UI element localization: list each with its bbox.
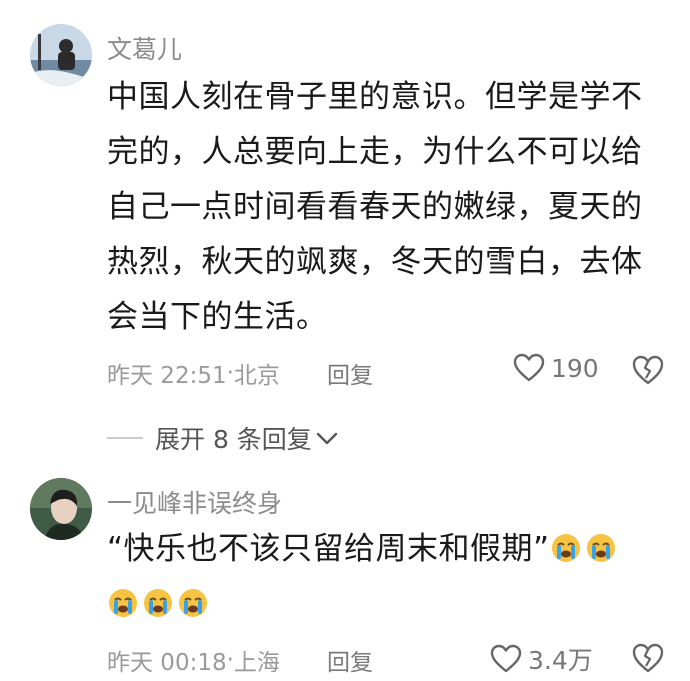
like-button[interactable]: 190 [513, 353, 599, 383]
avatar[interactable] [30, 478, 92, 540]
like-button[interactable]: 3.4万 [490, 641, 593, 677]
like-count: 190 [551, 353, 599, 383]
heart-icon [513, 353, 545, 382]
dislike-button[interactable] [631, 354, 665, 388]
divider-line [107, 437, 143, 439]
comment-meta: 昨天 00:18 · 上海 [107, 643, 280, 677]
broken-heart-icon [632, 643, 664, 673]
comment-text: “快乐也不该只留给周末和假期” [107, 522, 667, 632]
expand-replies-label: 展开 8 条回复 [155, 425, 312, 454]
broken-heart-icon [632, 355, 664, 385]
comment-meta: 昨天 22:51 · 北京 [107, 356, 280, 390]
avatar[interactable] [30, 24, 92, 86]
crying-face-icon [179, 589, 207, 617]
comment-body: “快乐也不该只留给周末和假期” [107, 531, 550, 567]
comment-text: 中国人刻在骨子里的意识。但学是学不完的，人总要向上走，为什么不可以给自己一点时间… [107, 79, 643, 335]
heart-icon [490, 644, 522, 673]
username[interactable]: 文葛儿 [107, 30, 182, 66]
meta-separator: · [226, 360, 234, 386]
expand-replies-button[interactable]: 展开 8 条回复 [107, 420, 340, 456]
reply-button[interactable]: 回复 [327, 643, 373, 677]
crying-face-icon [586, 534, 615, 562]
comment-location: 上海 [233, 650, 280, 676]
chevron-down-icon [316, 432, 338, 445]
crying-face-icon [551, 534, 580, 562]
dislike-button[interactable] [631, 642, 665, 676]
comment-time: 昨天 00:18 [107, 650, 227, 676]
comment-time: 昨天 22:51 [107, 363, 227, 389]
meta-separator: · [226, 647, 234, 673]
comment-location: 北京 [233, 363, 280, 389]
reply-button[interactable]: 回复 [327, 356, 373, 390]
crying-face-icon [109, 589, 137, 617]
like-count: 3.4万 [528, 646, 593, 675]
crying-face-icon [144, 589, 172, 617]
username[interactable]: 一见峰非误终身 [107, 484, 282, 520]
